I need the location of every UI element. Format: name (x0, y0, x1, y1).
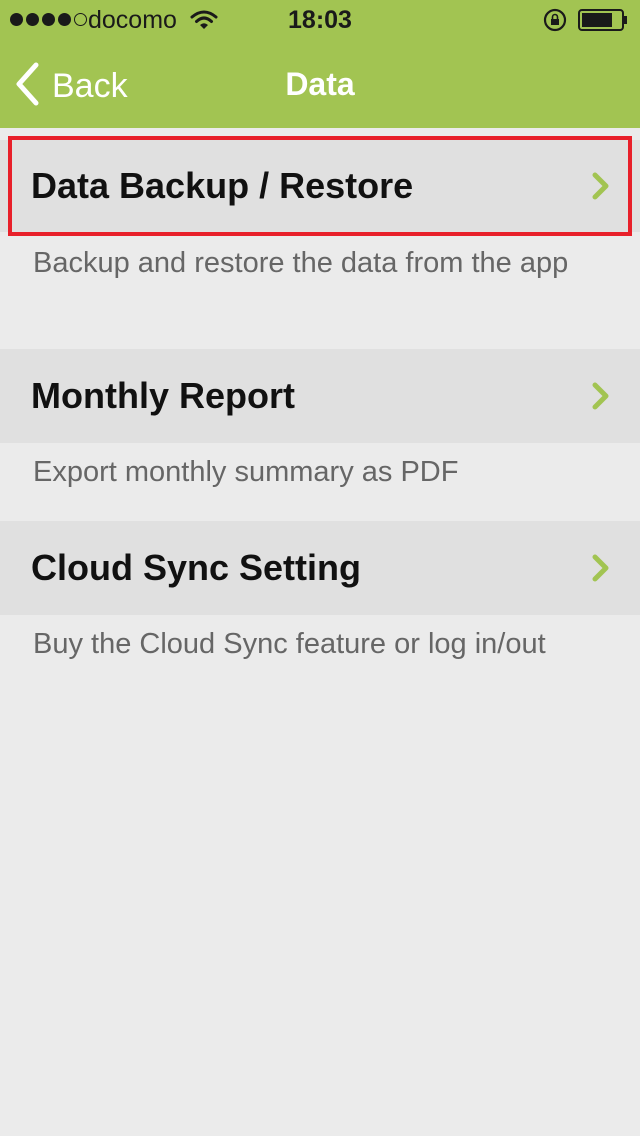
row-description: Buy the Cloud Sync feature or log in/out (33, 628, 546, 660)
nav-header: docomo 18:03 Back Data (0, 0, 640, 128)
row-description: Backup and restore the data from the app (33, 247, 569, 279)
chevron-right-icon (592, 172, 610, 205)
page-title: Data (285, 66, 355, 102)
status-bar: docomo 18:03 (0, 0, 640, 40)
row-label: Monthly Report (31, 375, 295, 416)
row-label: Data Backup / Restore (31, 165, 414, 206)
monthly-report-row[interactable]: Monthly Report (0, 349, 640, 443)
chevron-right-icon (592, 382, 610, 415)
row-label: Cloud Sync Setting (31, 547, 362, 588)
cloud-sync-setting-row[interactable]: Cloud Sync Setting (0, 521, 640, 615)
battery-icon (578, 9, 630, 38)
chevron-right-icon (592, 554, 610, 587)
row-description: Export monthly summary as PDF (33, 456, 459, 488)
orientation-lock-icon (542, 8, 568, 39)
data-backup-restore-row[interactable]: Data Backup / Restore (0, 140, 640, 232)
